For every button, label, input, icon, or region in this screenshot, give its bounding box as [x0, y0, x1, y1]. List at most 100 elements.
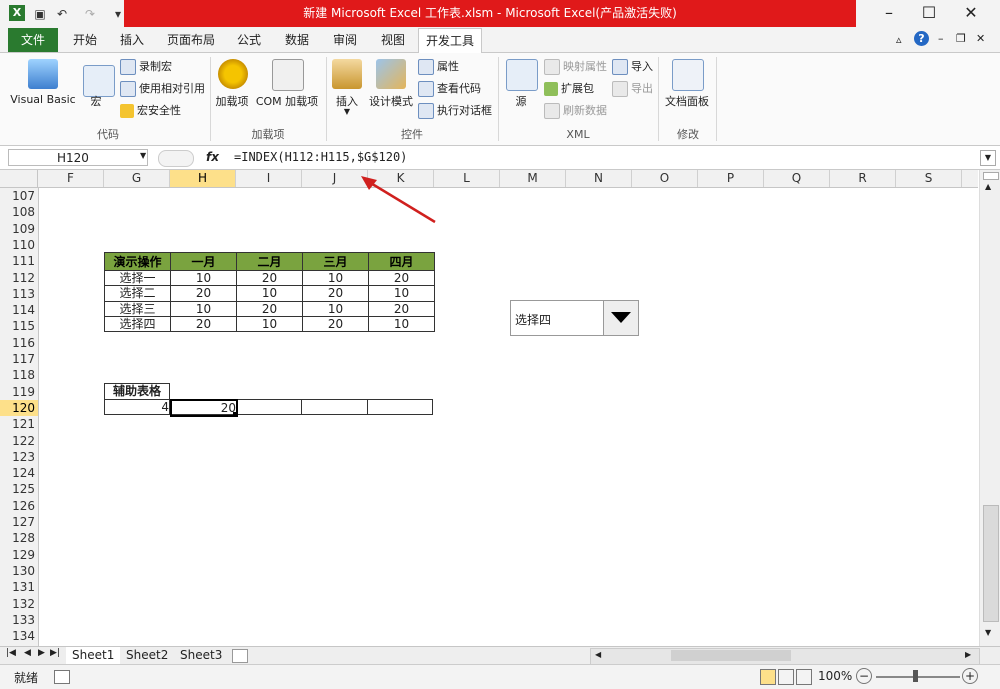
refresh-data-button[interactable]: 刷新数据	[544, 103, 607, 119]
row-header[interactable]: 129	[0, 547, 38, 563]
document-panel-button[interactable]: 文档面板	[662, 57, 712, 121]
row-header-selected[interactable]: 120	[0, 399, 38, 417]
expand-formula-icon[interactable]: ▼	[980, 150, 996, 166]
vertical-scrollbar[interactable]: ▲ ▼	[979, 170, 1000, 646]
table-cell[interactable]: 10	[170, 269, 237, 287]
combo-box-dropdown-button[interactable]	[603, 301, 638, 335]
tab-view[interactable]: 视图	[374, 28, 412, 52]
column-header[interactable]: R	[830, 170, 896, 187]
workbook-minimize-icon[interactable]: –	[938, 32, 944, 45]
row-header[interactable]: 125	[0, 481, 38, 497]
scroll-right-icon[interactable]: ▶	[965, 650, 971, 659]
insert-function-button[interactable]: fx	[206, 150, 219, 164]
row-header[interactable]: 109	[0, 221, 38, 237]
workbook-restore-icon[interactable]: ❐	[956, 32, 966, 45]
column-header[interactable]: F	[38, 170, 104, 187]
combo-box-control[interactable]: 选择四	[510, 300, 639, 336]
cell-g120[interactable]: 4	[105, 400, 170, 414]
tab-home[interactable]: 开始	[66, 28, 104, 52]
macros-button[interactable]: 宏	[80, 57, 115, 121]
insert-control-button[interactable]: 插入 ▼	[330, 57, 364, 121]
scroll-left-icon[interactable]: ◀	[595, 650, 601, 659]
xml-source-button[interactable]: 源	[504, 57, 538, 121]
scroll-down-icon[interactable]: ▼	[985, 628, 991, 637]
export-button[interactable]: 导出	[612, 81, 653, 97]
table-cell[interactable]: 选择三	[104, 300, 171, 317]
split-box-icon[interactable]	[983, 172, 999, 180]
row-header[interactable]: 113	[0, 286, 38, 302]
expansion-packs-button[interactable]: 扩展包	[544, 81, 594, 97]
properties-button[interactable]: 属性	[418, 59, 459, 75]
table-cell[interactable]: 10	[236, 285, 303, 302]
com-addins-button[interactable]: COM 加载项	[254, 57, 320, 121]
column-header[interactable]: O	[632, 170, 698, 187]
table-cell[interactable]: 10	[170, 300, 237, 317]
page-layout-view-icon[interactable]	[778, 669, 794, 685]
table-cell[interactable]: 10	[368, 285, 435, 302]
scroll-thumb[interactable]	[983, 505, 999, 622]
row-header[interactable]: 122	[0, 433, 38, 449]
help-icon[interactable]: ?	[914, 31, 929, 46]
table-cell[interactable]: 20	[236, 269, 303, 287]
column-header[interactable]: I	[236, 170, 302, 187]
column-header[interactable]: S	[896, 170, 962, 187]
row-header[interactable]: 108	[0, 204, 38, 220]
save-icon[interactable]: ▣	[32, 6, 48, 22]
table-cell[interactable]: 20	[302, 315, 369, 333]
sheet-nav-next-icon[interactable]: ▶	[38, 648, 45, 658]
record-macro-button[interactable]: 录制宏	[120, 59, 172, 75]
zoom-slider-track[interactable]	[876, 676, 960, 678]
table-cell[interactable]: 10	[368, 315, 435, 333]
tab-insert[interactable]: 插入	[114, 28, 150, 52]
cell-j120[interactable]	[302, 400, 368, 414]
zoom-in-icon[interactable]: +	[962, 668, 978, 684]
table-cell[interactable]: 20	[236, 300, 303, 317]
table-cell[interactable]: 20	[170, 315, 237, 333]
addins-button[interactable]: 加载项	[214, 57, 250, 121]
horizontal-scroll-thumb[interactable]	[671, 650, 791, 661]
minimize-button[interactable]: –	[870, 2, 908, 24]
insert-sheet-icon[interactable]	[232, 649, 248, 663]
design-mode-button[interactable]: 设计模式	[368, 57, 414, 121]
table-cell[interactable]: 20	[302, 285, 369, 302]
row-header[interactable]: 114	[0, 302, 38, 318]
maximize-button[interactable]: ☐	[910, 2, 948, 24]
column-header[interactable]: Q	[764, 170, 830, 187]
row-header[interactable]: 116	[0, 335, 38, 351]
column-header[interactable]: P	[698, 170, 764, 187]
sheet-nav-prev-icon[interactable]: ◀	[24, 648, 31, 658]
column-header[interactable]: G	[104, 170, 170, 187]
table-header-cell[interactable]: 演示操作	[104, 252, 171, 271]
name-box-dropdown-icon[interactable]: ▼	[140, 151, 146, 160]
row-header[interactable]: 126	[0, 498, 38, 514]
formula-input[interactable]: =INDEX(H112:H115,$G$120)	[234, 150, 407, 164]
row-header[interactable]: 124	[0, 465, 38, 481]
zoom-out-icon[interactable]: −	[856, 668, 872, 684]
horizontal-scrollbar[interactable]: ◀ ▶	[590, 648, 980, 665]
map-properties-button[interactable]: 映射属性	[544, 59, 607, 75]
column-header[interactable]: N	[566, 170, 632, 187]
tab-formulas[interactable]: 公式	[230, 28, 268, 52]
table-header-cell[interactable]: 四月	[368, 252, 435, 271]
row-header[interactable]: 117	[0, 351, 38, 367]
table-cell[interactable]: 选择二	[104, 285, 171, 302]
import-button[interactable]: 导入	[612, 59, 653, 75]
macro-security-button[interactable]: 宏安全性	[120, 103, 181, 119]
aux-table-header[interactable]: 辅助表格	[104, 383, 170, 399]
select-all-corner[interactable]	[0, 170, 38, 187]
table-cell[interactable]: 选择四	[104, 315, 171, 333]
macro-record-icon[interactable]	[54, 670, 70, 684]
sheet-tab-sheet2[interactable]: Sheet2	[120, 647, 174, 664]
row-header[interactable]: 110	[0, 237, 38, 253]
row-header[interactable]: 107	[0, 188, 38, 204]
tab-developer[interactable]: 开发工具	[418, 28, 482, 53]
row-header[interactable]: 132	[0, 596, 38, 612]
row-header[interactable]: 130	[0, 563, 38, 579]
view-code-button[interactable]: 查看代码	[418, 81, 481, 97]
column-header-selected[interactable]: H	[170, 170, 236, 187]
zoom-level[interactable]: 100%	[818, 669, 852, 683]
fill-handle[interactable]	[233, 412, 238, 417]
relative-reference-button[interactable]: 使用相对引用	[120, 81, 205, 97]
tab-data[interactable]: 数据	[278, 28, 316, 52]
table-cell[interactable]: 选择一	[104, 269, 171, 287]
